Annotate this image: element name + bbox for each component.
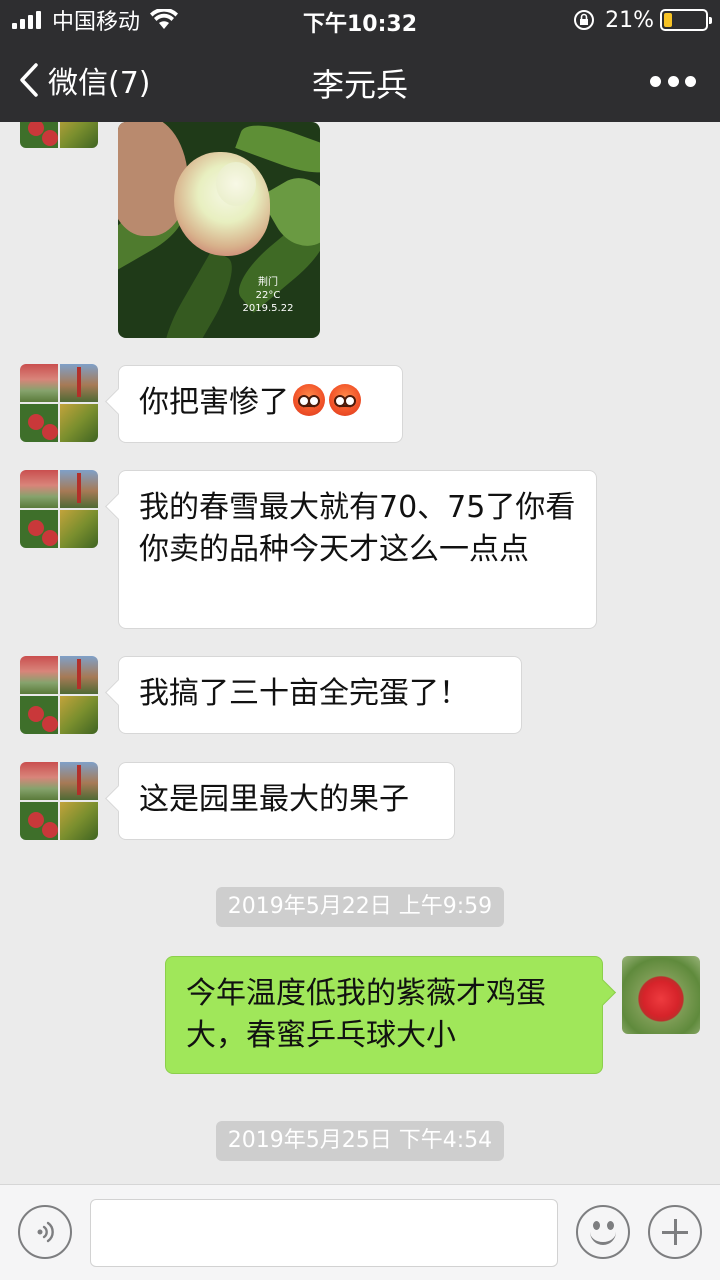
rotation-lock-icon	[574, 10, 595, 30]
more-functions-button[interactable]	[648, 1205, 702, 1259]
battery-icon	[660, 9, 712, 31]
angry-face-icon	[329, 384, 361, 416]
message-bubble[interactable]: 我的春雪最大就有70、75了你看你卖的品种今天才这么一点点	[118, 470, 597, 629]
timestamp: 2019年5月25日 下午4:54	[0, 1121, 720, 1161]
message-bubble[interactable]: 你把害惨了	[118, 365, 403, 443]
my-avatar[interactable]	[622, 956, 700, 1034]
watermark-temp: 22°C	[255, 290, 281, 301]
message-text: 你把害惨了	[139, 385, 289, 420]
contact-avatar[interactable]	[20, 470, 98, 548]
message-text: 这是园里最大的果子	[139, 782, 409, 817]
voice-input-button[interactable]	[18, 1205, 72, 1259]
timestamp: 2019年5月22日 上午9:59	[0, 887, 720, 927]
status-right: 21%	[573, 6, 712, 34]
peach-bite	[216, 162, 256, 206]
peach-photo-message[interactable]: 荆门 22°C 2019.5.22	[118, 122, 320, 338]
voice-icon	[37, 1221, 54, 1243]
message-bubble[interactable]: 我搞了三十亩全完蛋了！	[118, 656, 522, 734]
input-bar	[0, 1184, 720, 1280]
contact-avatar[interactable]	[20, 364, 98, 442]
emoji-eye	[593, 1221, 600, 1230]
timestamp-label: 2019年5月25日 下午4:54	[215, 1121, 505, 1161]
message-text: 我搞了三十亩全完蛋了！	[139, 676, 469, 711]
battery-percent: 21%	[605, 7, 654, 33]
status-bar: 中国移动 下午10:32 21%	[0, 0, 720, 40]
emoji-mouth	[590, 1231, 616, 1245]
chat-title: 李元兵	[311, 66, 408, 104]
contact-avatar[interactable]	[20, 122, 98, 148]
timestamp-label: 2019年5月22日 上午9:59	[215, 887, 505, 927]
chat-area[interactable]: 荆门 22°C 2019.5.22 你把害惨了 我的春雪最大就有70、75了你看…	[0, 122, 720, 1184]
message-text: 今年温度低我的紫薇才鸡蛋大，春蜜乒乓球大小	[186, 976, 546, 1053]
header: 中国移动 下午10:32 21% 微信(7) 李元兵	[0, 0, 720, 122]
emoji-button[interactable]	[576, 1205, 630, 1259]
message-input[interactable]	[90, 1199, 558, 1267]
watermark-place: 荆门	[258, 277, 278, 288]
battery-fill	[664, 13, 672, 27]
photo-watermark: 荆门 22°C 2019.5.22	[238, 276, 298, 315]
outgoing-message-bubble[interactable]: 今年温度低我的紫薇才鸡蛋大，春蜜乒乓球大小	[165, 956, 603, 1074]
peach-avatar-image	[622, 956, 700, 1034]
more-dots-icon[interactable]	[650, 66, 696, 96]
angry-face-icon	[293, 384, 325, 416]
message-text: 我的春雪最大就有70、75了你看你卖的品种今天才这么一点点	[139, 490, 576, 567]
contact-avatar[interactable]	[20, 762, 98, 840]
message-bubble[interactable]: 这是园里最大的果子	[118, 762, 455, 840]
contact-avatar[interactable]	[20, 656, 98, 734]
watermark-date: 2019.5.22	[242, 303, 294, 314]
nav-bar: 微信(7) 李元兵	[0, 44, 720, 116]
emoji-eye	[607, 1221, 614, 1230]
